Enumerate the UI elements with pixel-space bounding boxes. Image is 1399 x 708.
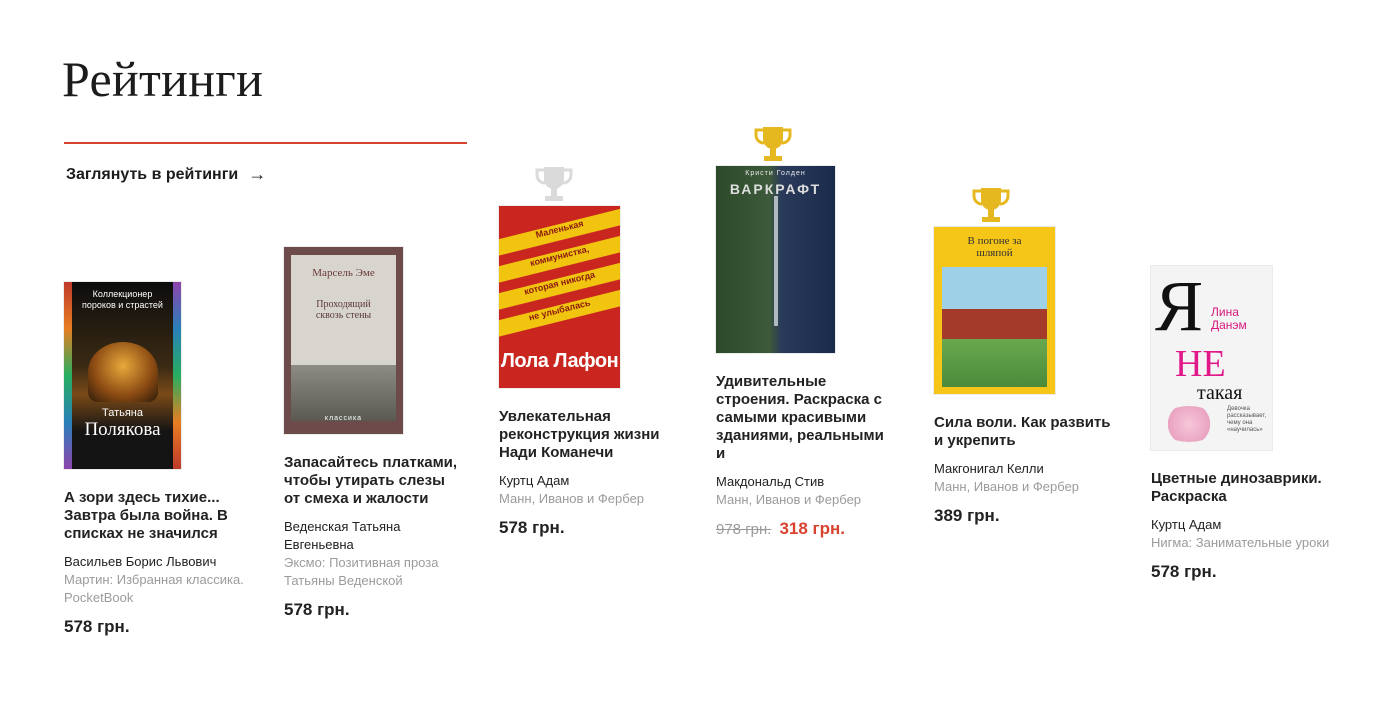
cover-text: Коллекционер xyxy=(92,289,153,299)
cover-ne: НЕ xyxy=(1175,343,1226,385)
book-author[interactable]: Макдональд Стив xyxy=(716,473,896,491)
book-cover[interactable]: В погоне за шляпой xyxy=(934,227,1055,394)
cover-author: Кристи Голден xyxy=(745,170,806,177)
book-title[interactable]: Цветные динозаврики. Раскраска xyxy=(1151,470,1337,506)
book-author[interactable]: Куртц Адам xyxy=(499,472,689,490)
book-publisher[interactable]: Манн, Иванов и Фербер xyxy=(716,491,896,509)
book-old-price: 978 грн. xyxy=(716,521,772,538)
cover-author: Лола Лафон xyxy=(500,350,619,372)
book-author[interactable]: Куртц Адам xyxy=(1151,516,1337,534)
book-cover[interactable]: Кристи Голден Варкрафт xyxy=(716,166,835,353)
cover-illustration xyxy=(88,342,158,402)
book-cover[interactable]: Маленькая коммунистка, которая никогда н… xyxy=(499,206,620,388)
cover-title: Проходящий сквозь стены xyxy=(315,299,372,321)
book-price: 578 грн. xyxy=(499,518,565,537)
cover-author: Лина Данэм xyxy=(1211,305,1247,332)
book-price: 389 грн. xyxy=(934,506,1000,525)
book-price: 318 грн. xyxy=(779,519,846,538)
arrow-right-icon: → xyxy=(248,164,267,184)
book-price-block: 978 грн. 318 грн. xyxy=(716,519,896,539)
cover-title: Варкрафт xyxy=(729,181,822,197)
book-cover[interactable]: Марсель Эме Проходящий сквозь стены клас… xyxy=(284,247,403,434)
book-price: 578 грн. xyxy=(64,617,130,636)
book-title[interactable]: А зори здесь тихие... Завтра была война.… xyxy=(64,489,244,543)
book-price: 578 грн. xyxy=(284,600,350,619)
cover-author-surname: Полякова xyxy=(84,419,161,440)
ratings-link-label: Заглянуть в рейтинги xyxy=(66,165,239,183)
silver-trophy-icon xyxy=(535,167,573,201)
cover-title: В погоне за шляпой xyxy=(967,235,1022,259)
book-publisher[interactable]: Манн, Иванов и Фербер xyxy=(499,490,689,508)
gold-trophy-icon xyxy=(972,188,1010,222)
book-price: 578 грн. xyxy=(1151,562,1217,581)
cover-illustration xyxy=(942,267,1047,387)
book-author[interactable]: Макгонигал Келли xyxy=(934,460,1114,478)
cover-text: пороков и страстей xyxy=(82,300,163,310)
page-title: Рейтинги xyxy=(62,51,264,107)
cover-big-letter: Я xyxy=(1155,266,1204,346)
book-publisher[interactable]: Эксмо: Позитивная проза Татьяны Веденско… xyxy=(284,554,464,590)
book-publisher[interactable]: Мартин: Избранная классика. PocketBook xyxy=(64,571,244,607)
book-publisher[interactable]: Манн, Иванов и Фербер xyxy=(934,478,1114,496)
cover-illustration xyxy=(291,365,396,421)
title-divider xyxy=(64,142,467,144)
book-title[interactable]: Сила воли. Как развить и укрепить xyxy=(934,414,1114,450)
gold-trophy-icon xyxy=(754,127,792,161)
cover-subtitle: такая xyxy=(1197,382,1243,404)
book-author[interactable]: Васильев Борис Львович xyxy=(64,553,244,571)
book-publisher[interactable]: Нигма: Занимательные уроки xyxy=(1151,534,1337,552)
cover-tagline: Девочка рассказывает, чему она «научилас… xyxy=(1227,406,1267,433)
cover-series: классика xyxy=(324,415,363,422)
book-title[interactable]: Удивительные строения. Раскраска с самым… xyxy=(716,373,896,463)
cover-sword xyxy=(774,196,778,326)
ratings-link[interactable]: Заглянуть в рейтинги → xyxy=(66,164,266,185)
book-title[interactable]: Увлекательная реконструкция жизни Нади К… xyxy=(499,408,689,462)
book-title[interactable]: Запасайтесь платками, чтобы утирать слез… xyxy=(284,454,464,508)
book-cover[interactable]: Коллекционер пороков и страстей Татьяна … xyxy=(64,282,181,469)
book-author[interactable]: Веденская Татьяна Евгеньевна xyxy=(284,518,464,554)
cover-author: Марсель Эме xyxy=(312,267,375,279)
book-cover[interactable]: Я Лина Данэм НЕ такая Девочка рассказыва… xyxy=(1151,266,1272,450)
cover-author: Татьяна xyxy=(101,407,144,419)
cover-illustration xyxy=(1159,406,1219,442)
